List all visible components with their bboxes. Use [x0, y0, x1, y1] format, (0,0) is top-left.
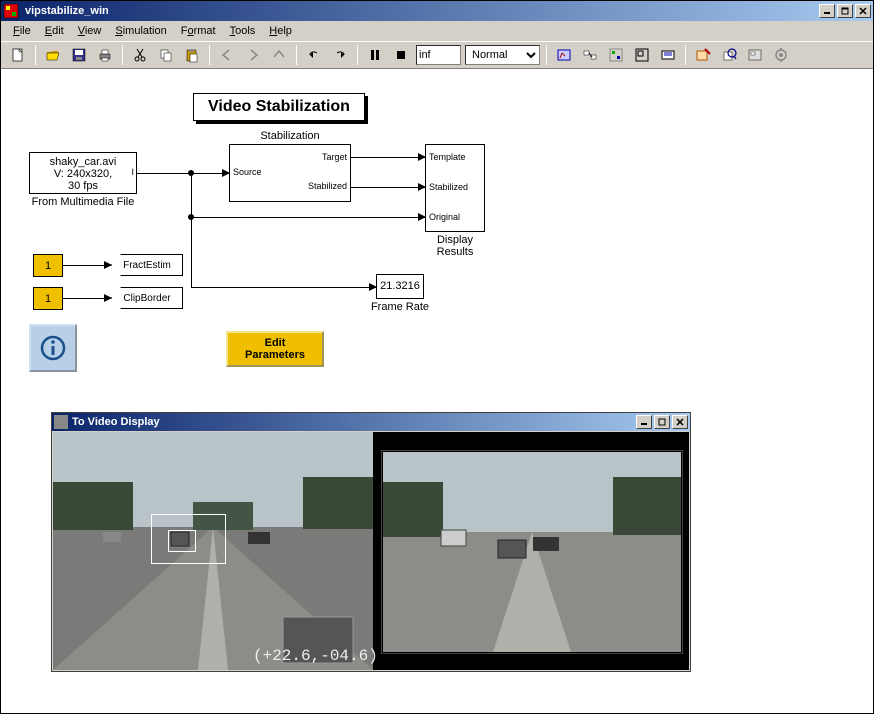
titlebar: vipstabilize_win [1, 1, 873, 21]
port-original: Original [429, 212, 460, 222]
tool-icon-3[interactable] [605, 44, 627, 66]
video-titlebar: To Video Display [52, 413, 690, 431]
menu-help[interactable]: Help [263, 23, 298, 39]
window-title: vipstabilize_win [23, 5, 109, 17]
edit-parameters-button[interactable]: Edit Parameters [226, 331, 324, 367]
tag-clipborder[interactable]: ClipBorder [111, 287, 183, 309]
pause-button[interactable] [364, 44, 386, 66]
tag-fractestim[interactable]: FractEstim [111, 254, 183, 276]
save-button[interactable] [68, 44, 90, 66]
video-minimize-button[interactable] [636, 415, 652, 429]
port-stabilized: Stabilized [308, 181, 347, 191]
video-window: To Video Display [51, 412, 691, 672]
menu-simulation[interactable]: Simulation [109, 23, 172, 39]
copy-button[interactable] [155, 44, 177, 66]
tool-icon-6[interactable] [692, 44, 714, 66]
simulation-mode-select[interactable]: Normal [465, 45, 540, 65]
video-stabilized-border [381, 450, 683, 654]
new-button[interactable] [7, 44, 29, 66]
open-button[interactable] [42, 44, 64, 66]
source-line2: V: 240x320, [30, 168, 136, 180]
menu-format[interactable]: Format [175, 23, 222, 39]
video-close-button[interactable] [672, 415, 688, 429]
model-title: Video Stabilization [193, 93, 365, 121]
undo-button[interactable] [303, 44, 325, 66]
menu-view[interactable]: View [72, 23, 108, 39]
video-window-title: To Video Display [72, 416, 160, 428]
port-template: Template [429, 152, 466, 162]
track-inner [168, 530, 196, 552]
source-port: I [131, 167, 134, 177]
source-line3: 30 fps [30, 180, 136, 192]
const2-block[interactable]: 1 [33, 287, 63, 310]
model-canvas[interactable]: Video Stabilization shaky_car.avi V: 240… [1, 69, 873, 713]
tool-icon-2[interactable] [579, 44, 601, 66]
video-icon [54, 415, 68, 429]
menubar: File Edit View Simulation Format Tools H… [1, 21, 873, 41]
menu-file[interactable]: File [7, 23, 37, 39]
display-label: Display Results [425, 234, 485, 258]
toolbar: Normal [1, 41, 873, 69]
menu-edit[interactable]: Edit [39, 23, 70, 39]
tool-icon-5[interactable] [657, 44, 679, 66]
print-button[interactable] [94, 44, 116, 66]
port-stabilized2: Stabilized [429, 182, 468, 192]
source-line1: shaky_car.avi [30, 156, 136, 168]
tool-icon-1[interactable] [553, 44, 575, 66]
source-label: From Multimedia File [29, 196, 137, 208]
main-window: vipstabilize_win File Edit View Simulati… [0, 0, 874, 714]
port-target: Target [322, 152, 347, 162]
stabilization-label: Stabilization [229, 130, 351, 142]
video-maximize-button[interactable] [654, 415, 670, 429]
close-button[interactable] [855, 4, 871, 18]
simulation-time-input[interactable] [416, 45, 461, 65]
maximize-button[interactable] [837, 4, 853, 18]
tool-icon-7[interactable] [718, 44, 740, 66]
back-button[interactable] [216, 44, 238, 66]
menu-tools[interactable]: Tools [224, 23, 262, 39]
const1-block[interactable]: 1 [33, 254, 63, 277]
info-button[interactable] [29, 324, 77, 372]
tool-icon-4[interactable] [631, 44, 653, 66]
app-icon [3, 3, 19, 19]
stop-button[interactable] [390, 44, 412, 66]
cut-button[interactable] [129, 44, 151, 66]
paste-button[interactable] [181, 44, 203, 66]
redo-button[interactable] [329, 44, 351, 66]
minimize-button[interactable] [819, 4, 835, 18]
video-content: (+22.6,-04.6) [53, 432, 689, 670]
port-source: Source [233, 167, 262, 177]
display-block[interactable]: Template Stabilized Original [425, 144, 485, 232]
source-block[interactable]: shaky_car.avi V: 240x320, 30 fps I [29, 152, 137, 194]
forward-button[interactable] [242, 44, 264, 66]
framerate-block[interactable]: 21.3216 [376, 274, 424, 299]
up-button[interactable] [268, 44, 290, 66]
framerate-label: Frame Rate [364, 301, 436, 313]
coord-overlay: (+22.6,-04.6) [253, 647, 378, 665]
tool-icon-9[interactable] [770, 44, 792, 66]
stabilization-block[interactable]: Source Target Stabilized [229, 144, 351, 202]
tool-icon-8[interactable] [744, 44, 766, 66]
